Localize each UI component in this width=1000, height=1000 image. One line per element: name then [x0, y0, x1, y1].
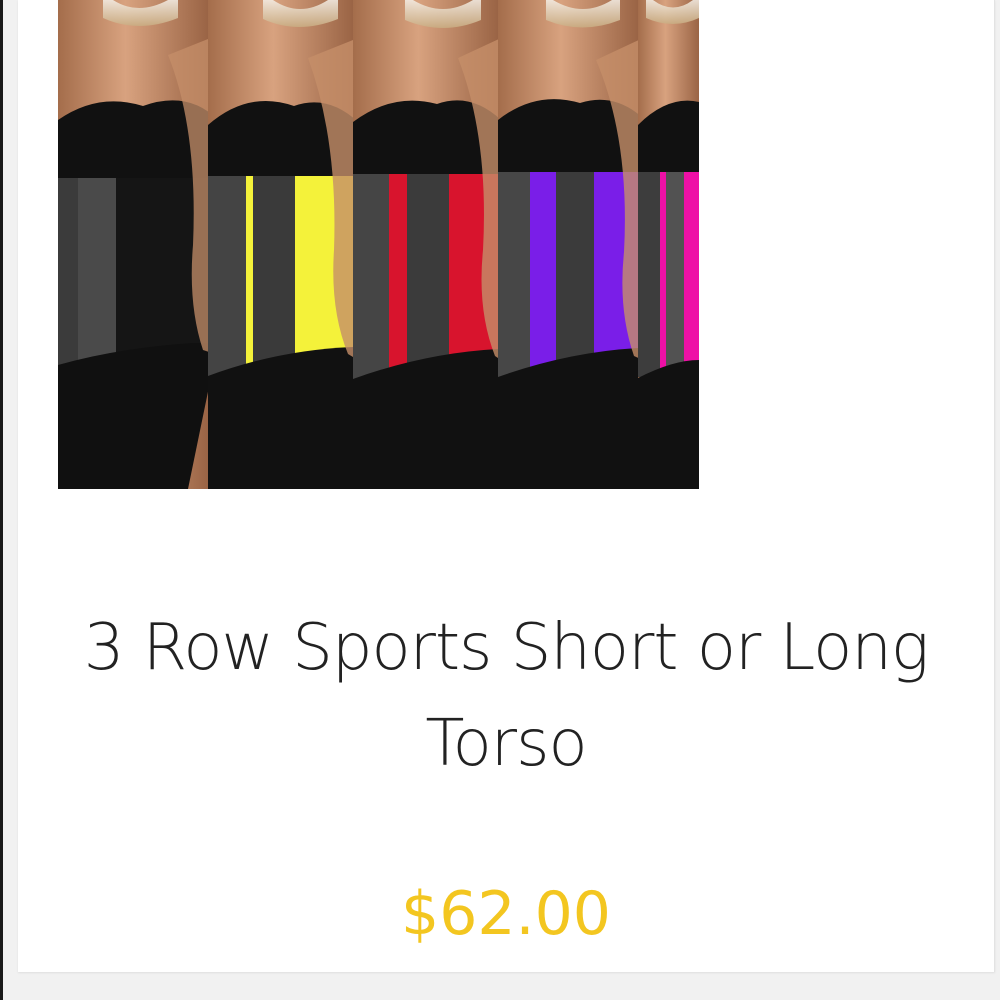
page: 3 Row Sports Short or Long Torso $62.00	[0, 0, 1000, 1000]
model-figure	[498, 0, 643, 489]
product-image-link[interactable]	[58, 0, 699, 489]
model-figure	[208, 0, 358, 489]
product-image	[58, 0, 699, 489]
model-figure	[638, 0, 699, 489]
model-figure	[58, 0, 218, 489]
product-price: $62.00	[401, 879, 611, 949]
product-card: 3 Row Sports Short or Long Torso $62.00	[18, 0, 995, 972]
product-title[interactable]: 3 Row Sports Short or Long Torso	[58, 600, 954, 792]
model-figure	[353, 0, 501, 489]
left-edge-divider	[0, 0, 3, 1000]
